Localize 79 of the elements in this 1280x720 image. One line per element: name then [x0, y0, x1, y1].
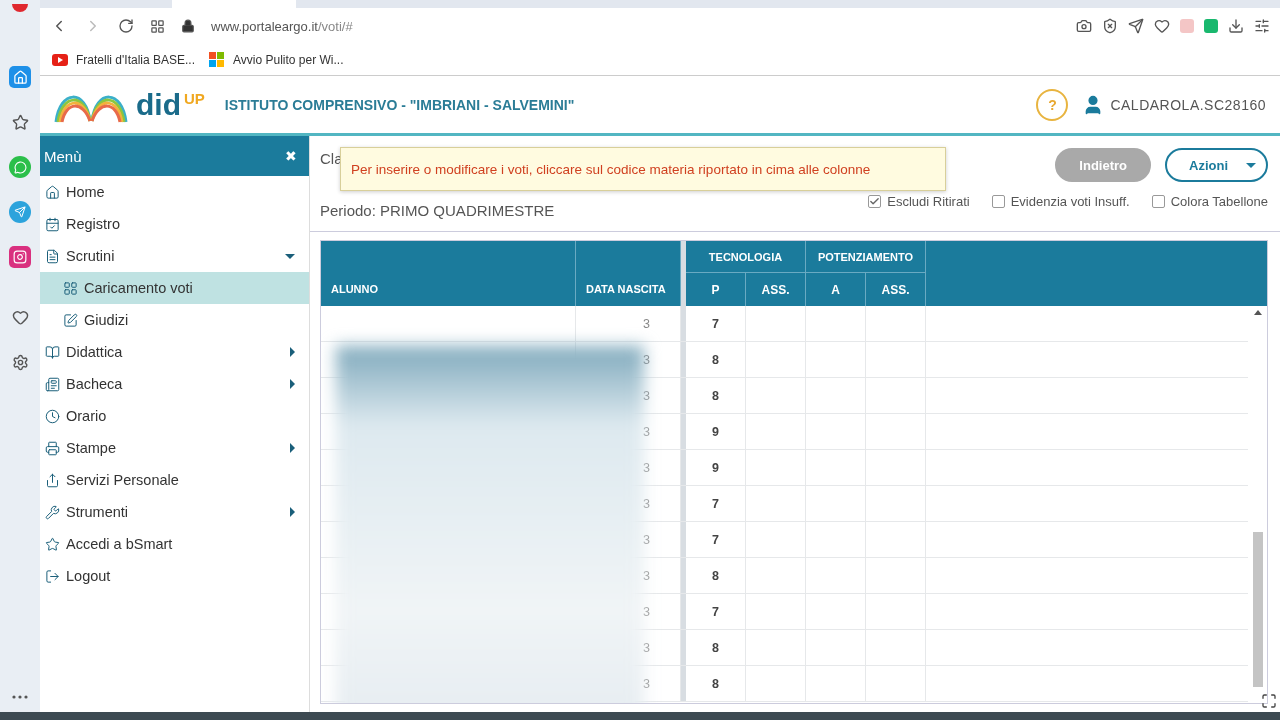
clock-icon [45, 408, 60, 424]
column-header[interactable]: ASS. [746, 273, 806, 306]
menu-item[interactable]: Registro [40, 208, 309, 240]
menu-title: Menù [44, 147, 82, 165]
grade-cell[interactable]: 7 [686, 594, 746, 629]
star-icon [45, 536, 60, 552]
logout-icon [45, 568, 60, 584]
camera-icon[interactable] [1076, 18, 1092, 34]
checkbox-option[interactable]: Escludi Ritirati [868, 194, 970, 209]
menu-item[interactable]: Caricamento voti [40, 272, 309, 304]
checkbox[interactable] [991, 195, 1005, 208]
column-header: ALUNNO [321, 241, 576, 306]
tools-icon [45, 504, 60, 520]
home-icon[interactable] [9, 66, 31, 88]
menu-item[interactable]: Stampe [40, 432, 309, 464]
column-header[interactable]: A [806, 273, 866, 306]
actions-button[interactable]: Azioni [1165, 148, 1268, 182]
menu-item[interactable]: Accedi a bSmart [40, 528, 309, 560]
checkbox-option[interactable]: Evidenzia voti Insuff. [991, 194, 1130, 209]
menu-item[interactable]: Bacheca [40, 368, 309, 400]
user-name[interactable]: CALDAROLA.SC28160 [1110, 96, 1266, 113]
tooltip: Per inserire o modificare i voti, cliccare sul codice materia riportato in cima alle colonne [340, 147, 946, 191]
menu-item[interactable]: Didattica [40, 336, 309, 368]
checkbox[interactable] [1151, 195, 1165, 208]
heart-icon[interactable] [1154, 18, 1170, 34]
caret-icon [1246, 162, 1256, 168]
menu-item[interactable]: Servizi Personale [40, 464, 309, 496]
brand-superscript: UP [184, 89, 205, 107]
close-button[interactable]: ✖ [285, 148, 297, 164]
browser-logo-icon[interactable] [11, 4, 29, 14]
share-icon [45, 472, 60, 488]
grade-cell[interactable]: 8 [686, 342, 746, 377]
send-icon[interactable] [1128, 18, 1144, 34]
grade-cell[interactable]: 8 [686, 666, 746, 701]
column-header[interactable]: P [686, 273, 746, 306]
grade-cell[interactable]: 7 [686, 522, 746, 557]
period-label: Periodo: PRIMO QUADRIMESTRE [320, 202, 555, 219]
video-icon [52, 53, 68, 66]
reload-icon[interactable] [118, 18, 134, 34]
printer-icon [45, 440, 60, 456]
checkbox[interactable] [868, 195, 882, 208]
menu-item[interactable]: Orario [40, 400, 309, 432]
calendar-icon [45, 216, 60, 232]
checkbox-option[interactable]: Colora Tabellone [1151, 194, 1268, 209]
shield-icon[interactable] [1102, 18, 1118, 34]
grade-cell[interactable]: 8 [686, 558, 746, 593]
menu-item[interactable]: Giudizi [40, 304, 309, 336]
document-icon [45, 248, 60, 264]
brand-name: did [136, 89, 181, 120]
grade-cell[interactable]: 8 [686, 630, 746, 665]
download-icon[interactable] [1228, 18, 1244, 34]
grade-cell[interactable]: 8 [686, 378, 746, 413]
lock-icon [181, 19, 195, 33]
grade-cell[interactable]: 9 [686, 450, 746, 485]
bookmark-link[interactable]: Avvio Pulito per Wi... [209, 51, 344, 68]
menu-item[interactable]: Home [40, 176, 309, 208]
column-header[interactable]: ASS. [866, 273, 926, 306]
more-icon[interactable] [12, 695, 28, 699]
grid-icon[interactable] [150, 18, 165, 34]
newspaper-icon [45, 376, 60, 392]
book-icon [45, 344, 60, 360]
subject-header[interactable]: POTENZIAMENTO [806, 241, 926, 273]
grid-icon [63, 280, 78, 296]
grade-cell[interactable]: 9 [686, 414, 746, 449]
resize-icon[interactable] [1261, 693, 1277, 709]
menu-item[interactable]: Strumenti [40, 496, 309, 528]
windows-icon [209, 51, 225, 68]
menu-icon[interactable] [1254, 18, 1270, 34]
subject-header[interactable]: TECNOLOGIA [686, 241, 806, 273]
edit-icon [63, 312, 78, 328]
address-field[interactable]: www.portaleargo.it/voti/# [211, 18, 1060, 34]
menu-item[interactable]: Logout [40, 560, 309, 592]
bookmark-link[interactable]: Fratelli d'Italia BASE... [52, 52, 195, 67]
school-name: ISTITUTO COMPRENSIVO - "IMBRIANI - SALVEMINI" [224, 96, 576, 113]
home-icon [45, 184, 60, 200]
grade-cell[interactable]: 7 [686, 306, 746, 341]
camera-icon[interactable] [9, 246, 31, 268]
grade-cell[interactable]: 7 [686, 486, 746, 521]
menu-item[interactable]: Scrutini [40, 240, 309, 272]
